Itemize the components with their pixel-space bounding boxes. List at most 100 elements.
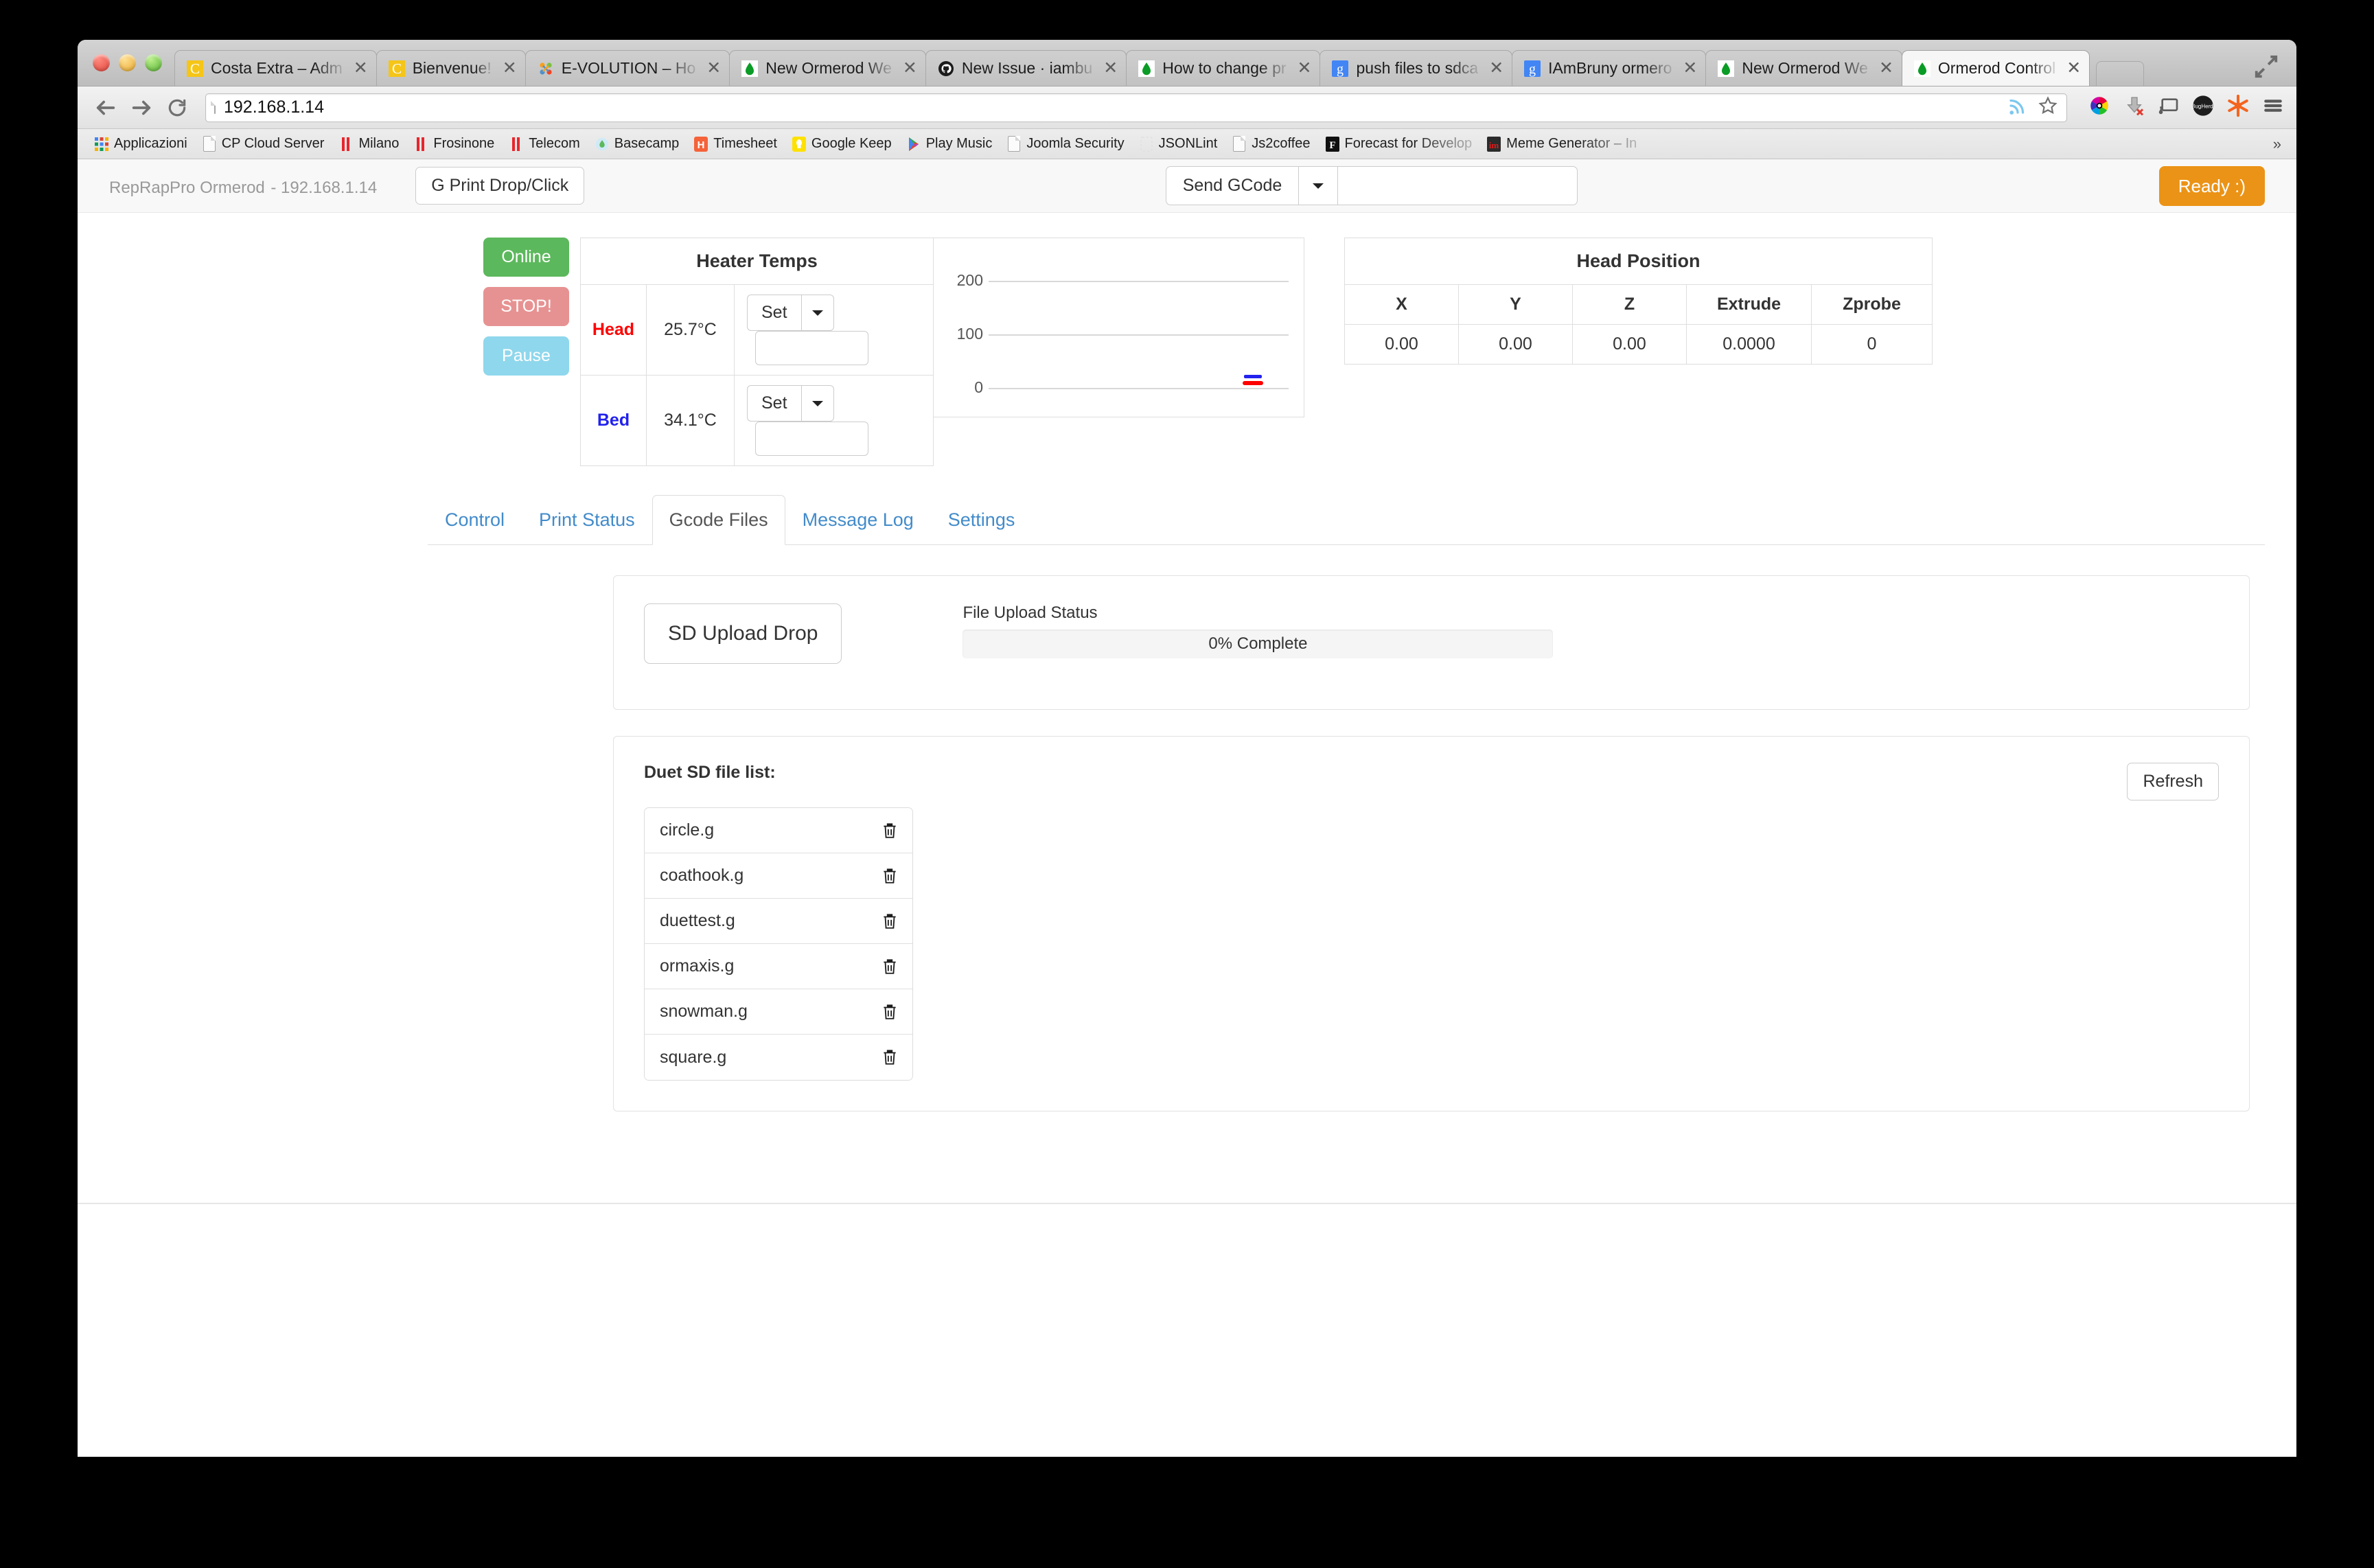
close-tab-icon[interactable]: ✕ [1679, 60, 1697, 77]
gcode-input[interactable] [1337, 166, 1578, 205]
close-tab-icon[interactable]: ✕ [1875, 60, 1893, 77]
refresh-button[interactable]: Refresh [2127, 763, 2219, 800]
stop-button[interactable]: STOP! [483, 287, 569, 326]
status-badge-button[interactable]: Ready :) [2158, 165, 2265, 206]
bookmark-item[interactable]: CP Cloud Server [196, 133, 331, 154]
table-row: Head 25.7°C Set [580, 284, 934, 376]
list-item[interactable]: coathook.g [645, 853, 912, 899]
close-tab-icon[interactable]: ✕ [498, 60, 517, 77]
pause-button[interactable]: Pause [483, 336, 569, 376]
svg-text:BugHerd.: BugHerd. [2192, 103, 2214, 109]
address-bar[interactable]: 192.168.1.14 [205, 93, 2067, 122]
g-print-drop-button[interactable]: G Print Drop/Click [415, 167, 585, 205]
sd-upload-dropzone[interactable]: SD Upload Drop [644, 603, 842, 664]
file-name: square.g [660, 1047, 727, 1067]
list-item[interactable]: circle.g [645, 808, 912, 853]
rss-icon[interactable] [2007, 95, 2028, 119]
bookmark-item[interactable]: im Meme Generator – In [1481, 133, 1643, 154]
chart-ytick: 0 [974, 378, 983, 396]
browser-tab[interactable]: C Costa Extra – Adm ✕ [174, 50, 377, 86]
bookmark-item[interactable]: Js2coffee [1226, 133, 1316, 154]
head-temp-input[interactable] [755, 331, 868, 365]
bed-set-caret[interactable] [800, 385, 834, 422]
bookmark-item[interactable]: F Forecast for Develop [1319, 133, 1479, 154]
fullscreen-icon[interactable] [2252, 54, 2280, 80]
minimize-window-button[interactable] [119, 54, 136, 71]
browser-tab[interactable]: New Ormerod We ✕ [1705, 50, 1902, 86]
colorpicker-icon[interactable] [2088, 94, 2111, 121]
heater-name-head: Head [592, 320, 635, 339]
list-item[interactable]: snowman.g [645, 989, 912, 1035]
browser-tab[interactable]: C Bienvenue! ✕ [376, 50, 526, 86]
trash-icon[interactable] [881, 820, 899, 841]
head-set-caret[interactable] [800, 295, 834, 331]
close-window-button[interactable] [93, 54, 110, 71]
tab-gcode-files[interactable]: Gcode Files [652, 495, 785, 545]
bookmark-item[interactable]: Frosinone [408, 133, 500, 154]
bookmark-item[interactable]: H Timesheet [688, 133, 783, 154]
tab-settings[interactable]: Settings [931, 495, 1033, 545]
trash-icon[interactable] [881, 956, 899, 977]
browser-tab[interactable]: How to change pr ✕ [1126, 50, 1321, 86]
bed-temp-input[interactable] [755, 422, 868, 456]
close-tab-icon[interactable]: ✕ [1293, 60, 1312, 77]
svg-text:F: F [1329, 140, 1335, 151]
asterisk-icon[interactable] [2226, 94, 2250, 121]
browser-tab[interactable]: E-VOLUTION – Ho ✕ [525, 50, 730, 86]
forward-arrow-icon[interactable] [126, 92, 157, 124]
bookmark-item[interactable]: Google Keep [786, 133, 898, 154]
value-z: 0.00 [1572, 324, 1687, 365]
bookmark-item[interactable]: Play Music [901, 133, 999, 154]
list-item[interactable]: square.g [645, 1035, 912, 1080]
send-gcode-button[interactable]: Send GCode [1165, 166, 1299, 205]
back-arrow-icon[interactable] [90, 92, 122, 124]
head-set-button[interactable]: Set [747, 295, 801, 331]
bookmark-star-icon[interactable] [2038, 95, 2058, 119]
browser-tab[interactable]: g push files to sdca ✕ [1319, 50, 1513, 86]
close-tab-icon[interactable]: ✕ [1485, 60, 1503, 77]
browser-tab[interactable]: New Issue · iambu ✕ [925, 50, 1127, 86]
browser-tab[interactable]: g IAmBruny ormero ✕ [1512, 50, 1707, 86]
tab-print-status[interactable]: Print Status [522, 495, 652, 545]
list-item[interactable]: duettest.g [645, 899, 912, 944]
table-header-row: X Y Z Extrude Zprobe [1344, 284, 1933, 325]
reprap-drop-icon [1913, 60, 1931, 78]
close-tab-icon[interactable]: ✕ [349, 60, 368, 77]
reload-icon[interactable] [161, 92, 193, 124]
close-tab-icon[interactable]: ✕ [899, 60, 917, 77]
bookmark-label: Milano [358, 136, 400, 151]
bugherd-icon[interactable]: BugHerd. [2191, 95, 2215, 120]
bookmark-item[interactable]: JSONLint [1133, 133, 1224, 154]
cast-icon[interactable] [2158, 95, 2180, 120]
tab-message-log[interactable]: Message Log [785, 495, 931, 545]
bookmark-item[interactable]: Milano [333, 133, 405, 154]
trash-icon[interactable] [881, 866, 899, 886]
tab-title: Bienvenue! [412, 59, 492, 77]
bookmark-item[interactable]: Telecom [503, 133, 586, 154]
head-position-panel: Head Position X Y Z Extrude Zprobe 0.00 … [1344, 238, 1933, 466]
browser-tab[interactable]: New Ormerod We ✕ [729, 50, 926, 86]
tab-control[interactable]: Control [428, 495, 522, 545]
trash-icon[interactable] [881, 911, 899, 932]
maximize-window-button[interactable] [145, 54, 162, 71]
svg-text:C: C [392, 60, 402, 77]
list-item[interactable]: ormaxis.g [645, 944, 912, 989]
download-icon[interactable] [2123, 95, 2145, 120]
trash-icon[interactable] [881, 1002, 899, 1022]
bookmark-item[interactable]: Basecamp [589, 133, 686, 154]
online-button[interactable]: Online [483, 238, 569, 277]
bookmark-item[interactable]: Applicazioni [89, 133, 194, 154]
bookmarks-overflow-icon[interactable]: » [2273, 135, 2285, 153]
gcode-dropdown-caret[interactable] [1298, 166, 1338, 205]
bookmark-item[interactable]: Joomla Security [1001, 133, 1130, 154]
new-tab-button[interactable] [2096, 61, 2145, 86]
close-tab-icon[interactable]: ✕ [2062, 60, 2081, 77]
trash-icon[interactable] [881, 1047, 899, 1068]
browser-tab-active[interactable]: Ormerod Control ✕ [1901, 50, 2090, 86]
close-tab-icon[interactable]: ✕ [1099, 60, 1118, 77]
window-controls[interactable] [90, 40, 174, 86]
bed-set-button[interactable]: Set [747, 385, 801, 422]
close-tab-icon[interactable]: ✕ [702, 60, 721, 77]
menu-icon[interactable] [2262, 95, 2284, 120]
brand-host: - 192.168.1.14 [270, 178, 378, 197]
